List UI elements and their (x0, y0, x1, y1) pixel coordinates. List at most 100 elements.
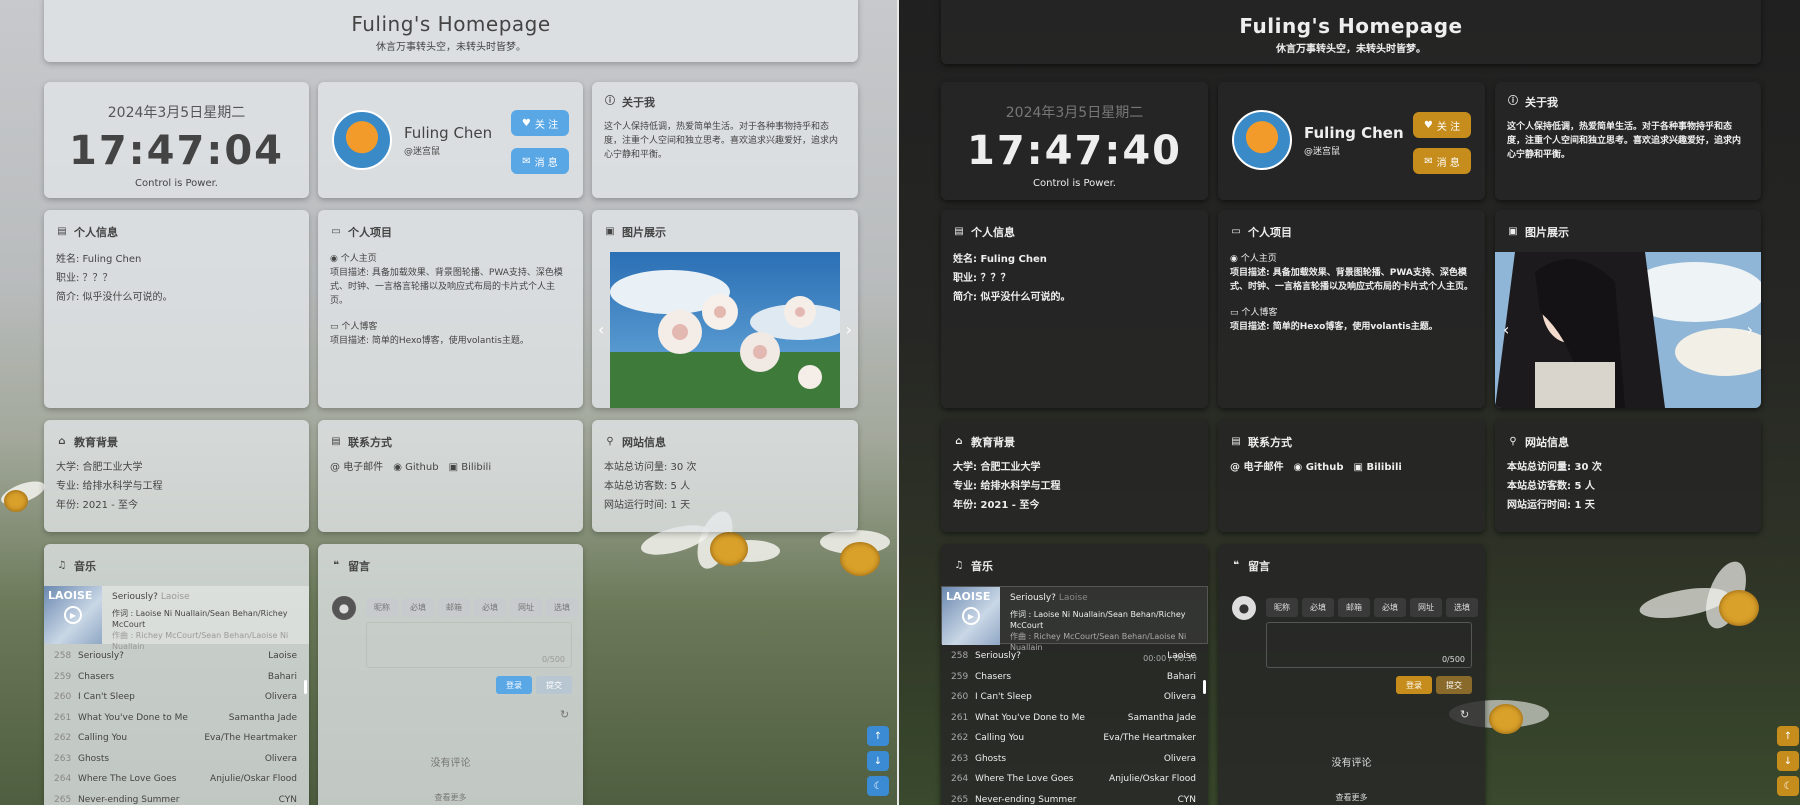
email-input[interactable]: 邮箱 (1338, 598, 1370, 617)
project-desc: 项目描述: 具备加载效果、背景图轮播、PWA支持、深色模式、时钟、一言格言轮播以… (1230, 268, 1474, 292)
moon-icon[interactable]: ☾ (1777, 776, 1799, 796)
list-item[interactable]: 265 Never-ending Summer CYN (44, 790, 309, 805)
info-intro: 简介: 似乎没什么可说的。 (56, 292, 173, 303)
github-link[interactable]: ◉ Github (393, 458, 438, 477)
refresh-icon[interactable]: ↻ (1460, 708, 1469, 721)
gallery-next-button[interactable]: › (846, 320, 852, 339)
play-icon[interactable]: ▶ (962, 607, 980, 625)
about-card: ⓘ 关于我 这个人保持低调，热爱简单生活。对于各种事物持乎和态度，注重个人空间和独… (1495, 82, 1761, 200)
list-item[interactable]: 259 Chasers Bahari (941, 667, 1208, 688)
project-name[interactable]: ◉ 个人主页 (1218, 252, 1485, 266)
bilibili-link[interactable]: ▣ Bilibili (449, 458, 492, 477)
load-more-link[interactable]: 查看更多 (318, 792, 583, 803)
id-card-icon: ▤ (954, 226, 964, 237)
follow-button[interactable]: ♥ 关 注 (1413, 112, 1471, 138)
list-item[interactable]: 264 Where The Love Goes Anjulie/Oskar Floo… (44, 769, 309, 790)
list-item[interactable]: 263 Ghosts Olivera (44, 749, 309, 770)
avatar[interactable] (332, 110, 392, 170)
message-button[interactable]: ✉ 消 息 (1413, 148, 1471, 174)
list-item[interactable]: 259 Chasers Bahari (44, 667, 309, 688)
gallery-next-button[interactable]: › (1747, 320, 1753, 339)
info-name: 姓名: Fuling Chen (56, 254, 142, 265)
gallery-card: ▣ 图片展示 ‹ › (592, 210, 858, 408)
project-desc: 项目描述: 简单的Hexo博客，使用volantis主题。 (330, 336, 529, 346)
nickname-input[interactable]: 昵称 (366, 598, 398, 617)
list-item[interactable]: 258 Seriously? Laoise (941, 646, 1208, 667)
music-player: LAOISE ▶ Seriously? Laoise 作词 : Laoise Ni… (44, 586, 309, 651)
arrow-up-icon[interactable]: ↑ (867, 726, 889, 746)
email-link[interactable]: @ 电子邮件 (1230, 458, 1283, 477)
website-input[interactable]: 网址 (510, 598, 542, 617)
folder-icon: ▭ (1231, 226, 1241, 237)
playlist-scrollbar[interactable] (304, 680, 307, 694)
playlist-scrollbar[interactable] (1203, 680, 1206, 694)
playlist: 258 Seriously? Laoise 259 Chasers Bahari 260… (941, 646, 1208, 805)
comment-textarea[interactable]: 0/500 (1266, 622, 1472, 668)
profile-handle: @迷宫鼠 (404, 147, 441, 157)
submit-button[interactable]: 提交 (536, 676, 572, 694)
anime-girl-painting (1495, 252, 1761, 408)
album-cover[interactable]: LAOISE ▶ (44, 586, 102, 644)
clock-time: 17:47:40 (967, 128, 1182, 174)
gallery-prev-button[interactable]: ‹ (1503, 320, 1509, 339)
profile-name: Fuling Chen (1304, 124, 1404, 142)
list-item[interactable]: 263 Ghosts Olivera (941, 749, 1208, 770)
project-name[interactable]: ▭ 个人博客 (1218, 306, 1485, 320)
list-item[interactable]: 262 Calling You Eva/The Heartmaker (941, 728, 1208, 749)
info-intro: 简介: 似乎没什么可说的。 (953, 292, 1071, 303)
contact-card: ▤ 联系方式 @ 电子邮件 ◉ Github ▣ Bilibili (318, 420, 583, 532)
gallery-prev-button[interactable]: ‹ (598, 320, 604, 339)
personal-info-card: ▤ 个人信息 姓名: Fuling Chen 职业: ？？？ 简介: 似乎没什么可… (941, 210, 1208, 408)
arrow-down-icon[interactable]: ↓ (867, 751, 889, 771)
follow-button[interactable]: ♥ 关 注 (511, 110, 569, 136)
load-more-link[interactable]: 查看更多 (1218, 792, 1485, 803)
list-item[interactable]: 260 I Can't Sleep Olivera (941, 687, 1208, 708)
profile-name: Fuling Chen (404, 124, 493, 142)
project-name[interactable]: ▭ 个人博客 (318, 320, 583, 334)
arrow-up-icon[interactable]: ↑ (1777, 726, 1799, 746)
bilibili-link[interactable]: ▣ Bilibili (1354, 458, 1402, 477)
submit-button[interactable]: 提交 (1436, 676, 1472, 694)
album-cover[interactable]: LAOISE ▶ (942, 587, 1000, 645)
moon-icon[interactable]: ☾ (867, 776, 889, 796)
no-comments: 没有评论 (430, 758, 471, 769)
message-button[interactable]: ✉ 消 息 (511, 148, 569, 174)
website-input[interactable]: 网址 (1410, 598, 1442, 617)
bilibili-icon: ▣ (1353, 462, 1363, 473)
avatar[interactable] (1232, 110, 1292, 170)
list-item[interactable]: 261 What You've Done to Me Samantha Jade (941, 708, 1208, 729)
dark-theme-view: Fuling's Homepage 休言万事转头空，未转头时皆梦。 2024年3… (899, 0, 1800, 805)
project-name[interactable]: ◉ 个人主页 (318, 252, 583, 266)
email-link[interactable]: @ 电子邮件 (330, 458, 383, 477)
play-icon[interactable]: ▶ (64, 606, 82, 624)
site-subtitle: 休言万事转头空，未转头时皆梦。 (1276, 44, 1426, 55)
list-item[interactable]: 260 I Can't Sleep Olivera (44, 687, 309, 708)
project-desc: 项目描述: 简单的Hexo博客，使用volantis主题。 (1230, 322, 1438, 332)
music-icon: ♫ (57, 560, 67, 571)
gallery-image (610, 252, 840, 408)
list-item[interactable]: 264 Where The Love Goes Anjulie/Oskar Floo… (941, 769, 1208, 790)
profile-card: Fuling Chen @迷宫鼠 ♥ 关 注 ✉ 消 息 (1218, 82, 1485, 200)
list-item[interactable]: 262 Calling You Eva/The Heartmaker (44, 728, 309, 749)
comment-textarea[interactable]: 0/500 (366, 622, 572, 668)
github-icon: ◉ (330, 254, 338, 264)
login-button[interactable]: 登录 (1396, 676, 1432, 694)
arrow-down-icon[interactable]: ↓ (1777, 751, 1799, 771)
list-item[interactable]: 258 Seriously? Laoise (44, 646, 309, 667)
login-button[interactable]: 登录 (496, 676, 532, 694)
gallery-card: ▣ 图片展示 ‹ › (1495, 210, 1761, 408)
list-item[interactable]: 265 Never-ending Summer CYN (941, 790, 1208, 805)
nickname-input[interactable]: 昵称 (1266, 598, 1298, 617)
list-item[interactable]: 261 What You've Done to Me Samantha Jade (44, 708, 309, 729)
profile-handle: @迷宫鼠 (1304, 147, 1341, 157)
education-card: ⌂ 教育背景 大学: 合肥工业大学 专业: 给排水科学与工程 年份: 2021 -… (44, 420, 309, 532)
monitor-icon: ▭ (1230, 308, 1239, 318)
refresh-icon[interactable]: ↻ (560, 708, 569, 721)
github-link[interactable]: ◉ Github (1293, 458, 1343, 477)
email-input[interactable]: 邮箱 (438, 598, 470, 617)
music-card: ♫ 音乐 LAOISE ▶ Seriously? Laoise 作词 : Laois… (941, 544, 1208, 805)
music-card: ♫ 音乐 LAOISE ▶ Seriously? Laoise 作词 : Laois… (44, 544, 309, 805)
header-card: Fuling's Homepage 休言万事转头空，未转头时皆梦。 (44, 0, 858, 62)
about-text: 这个人保持低调，热爱简单生活。对于各种事物持乎和态度，注重个人空间和独立思考。喜… (604, 122, 839, 160)
github-icon: ◉ (1230, 254, 1238, 264)
